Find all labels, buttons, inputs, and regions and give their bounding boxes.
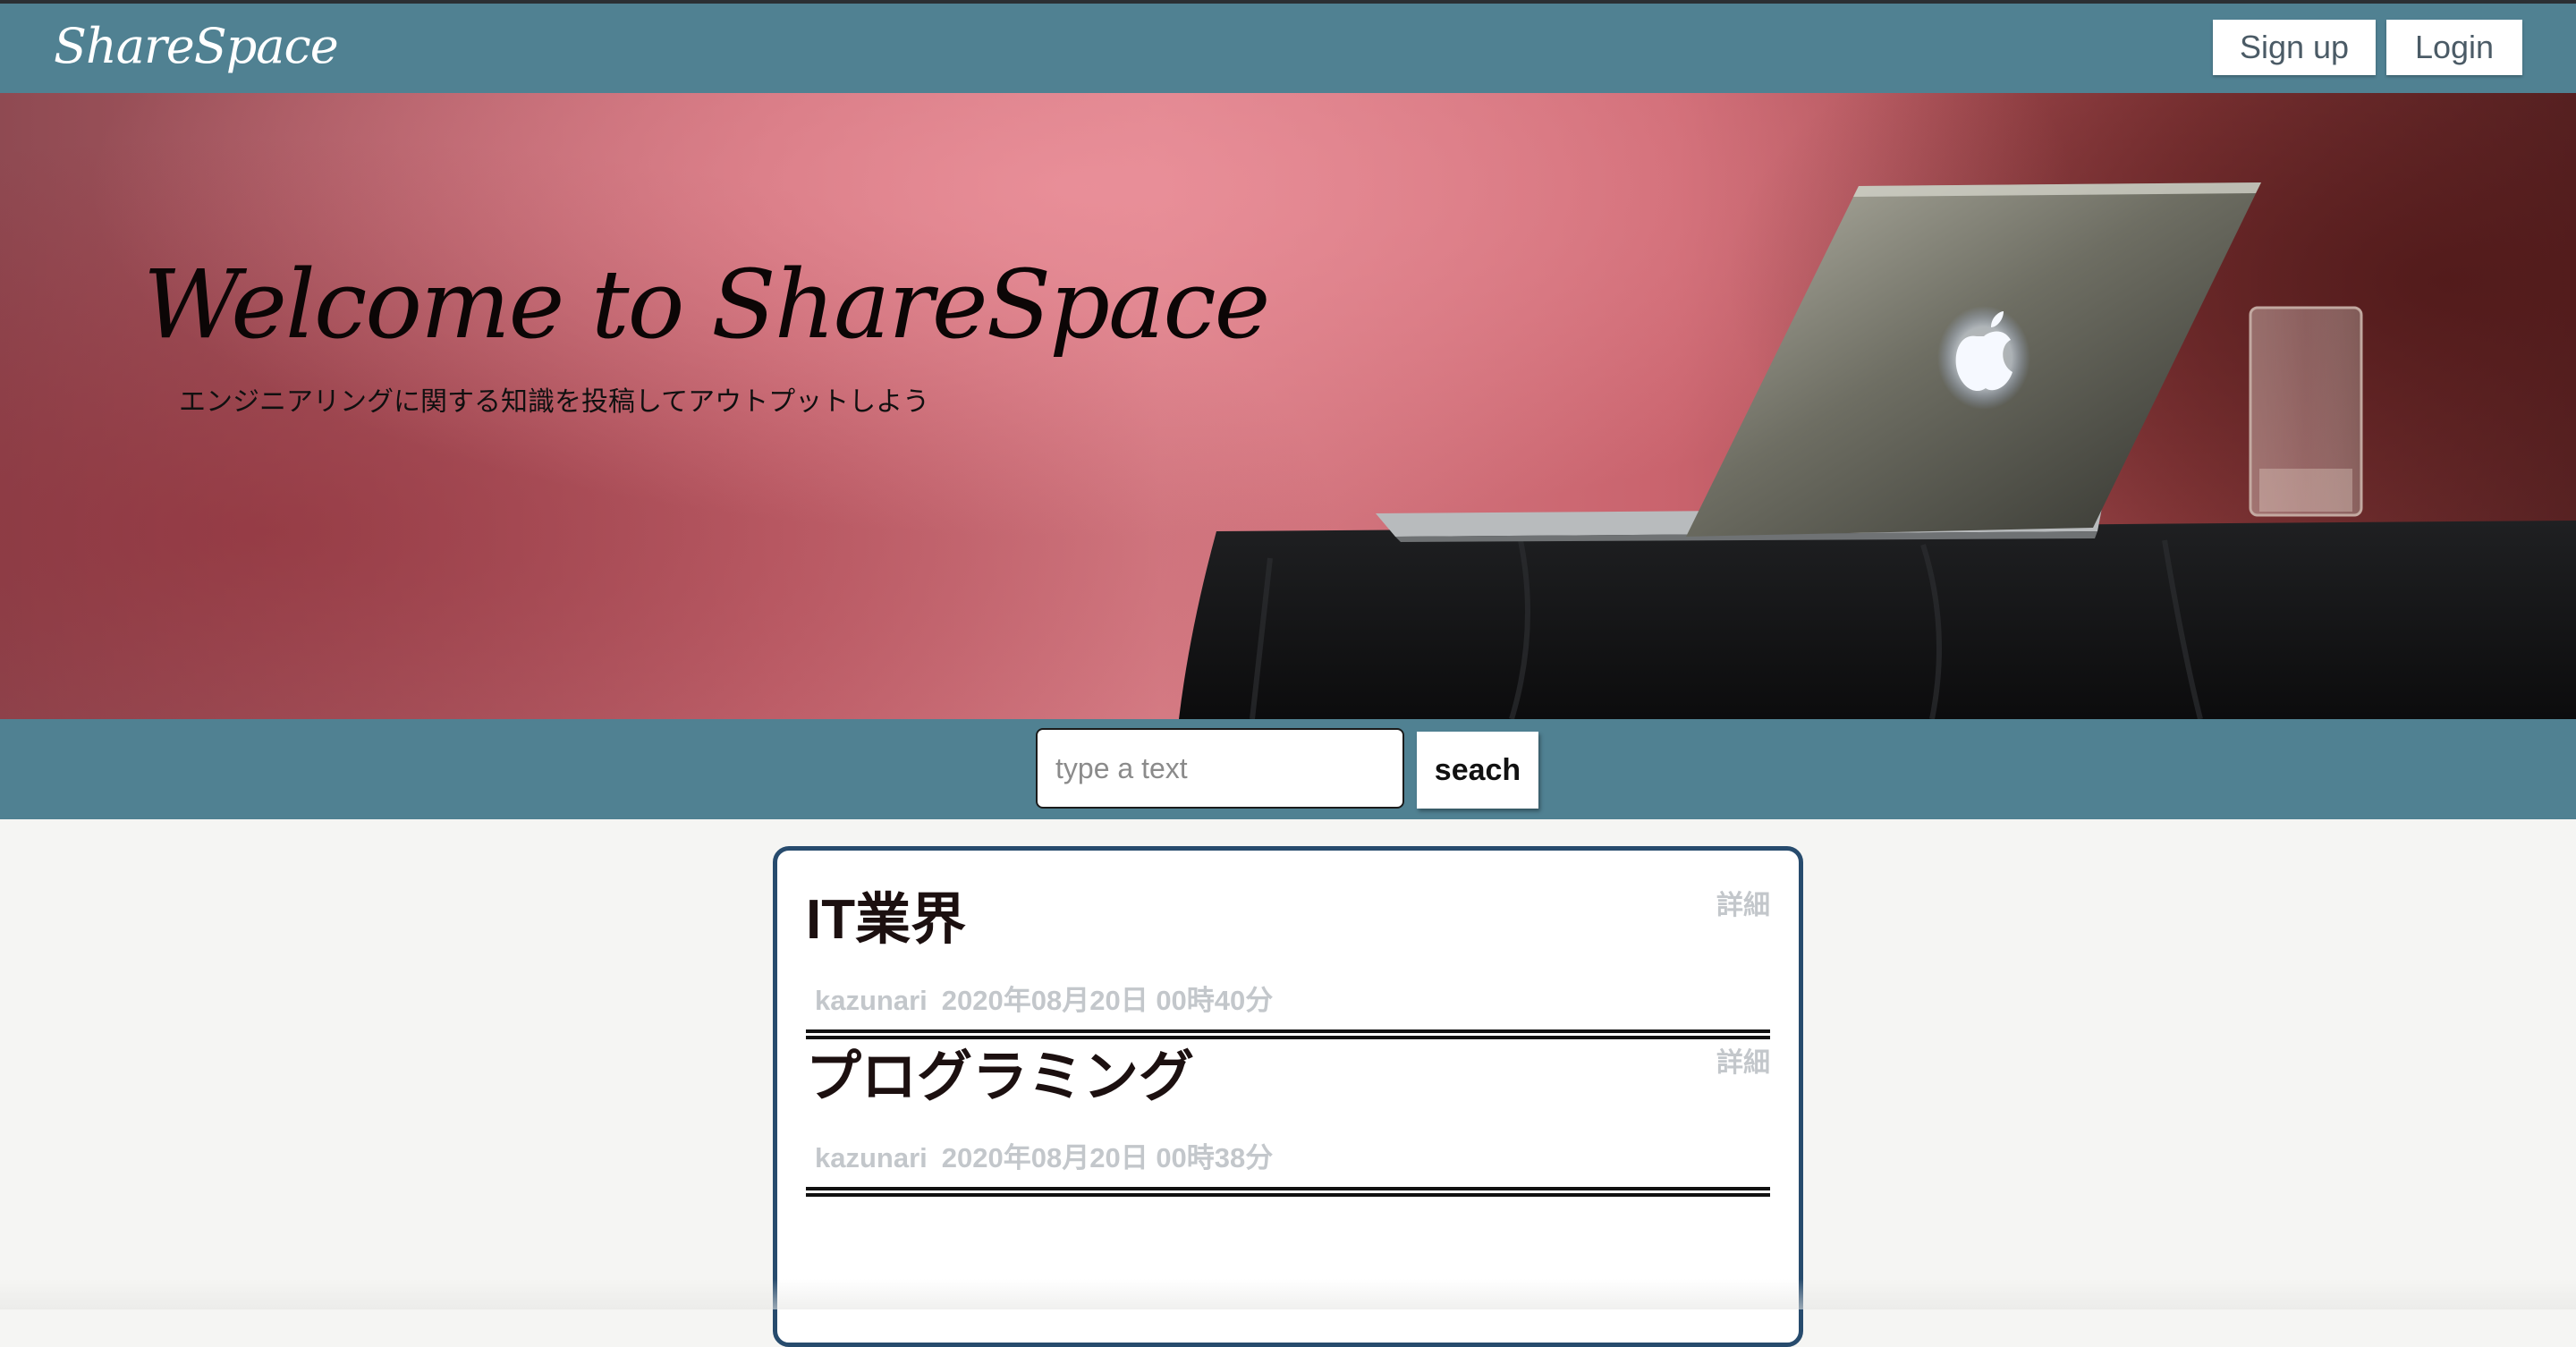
search-button[interactable]: seach xyxy=(1417,732,1538,809)
site-header: ShareSpace Sign up Login xyxy=(0,4,2576,93)
post-title[interactable]: プログラミング xyxy=(806,1031,1194,1112)
post-author: kazunari xyxy=(815,1142,928,1173)
post-divider xyxy=(806,1187,1770,1197)
post-item[interactable]: IT業界 詳細 kazunari 2020年08月20日 00時40分 xyxy=(806,874,1770,1039)
search-bar: seach xyxy=(0,719,2576,819)
post-author: kazunari xyxy=(815,985,928,1016)
post-meta: kazunari 2020年08月20日 00時40分 xyxy=(815,978,1273,1018)
hero-title: Welcome to ShareSpace xyxy=(143,250,1270,360)
post-meta: kazunari 2020年08月20日 00時38分 xyxy=(815,1135,1273,1175)
post-title[interactable]: IT業界 xyxy=(806,874,966,954)
post-list-card: IT業界 詳細 kazunari 2020年08月20日 00時40分 プログラミ… xyxy=(773,846,1803,1347)
signup-button[interactable]: Sign up xyxy=(2213,20,2376,75)
hero-subtitle: エンジニアリングに関する知識を投稿してアウトプットしよう xyxy=(179,387,930,417)
post-date: 2020年08月20日 00時40分 xyxy=(941,985,1274,1016)
post-detail-link[interactable]: 詳細 xyxy=(1716,1040,1770,1080)
search-input[interactable] xyxy=(1036,728,1404,809)
post-item[interactable]: プログラミング 詳細 kazunari 2020年08月20日 00時38分 xyxy=(806,1031,1770,1197)
post-date: 2020年08月20日 00時38分 xyxy=(941,1142,1274,1173)
post-detail-link[interactable]: 詳細 xyxy=(1716,883,1770,922)
brand-logo[interactable]: ShareSpace xyxy=(54,18,339,74)
login-button[interactable]: Login xyxy=(2386,20,2522,75)
hero-banner: Welcome to ShareSpace エンジニアリングに関する知識を投稿し… xyxy=(0,93,2576,719)
